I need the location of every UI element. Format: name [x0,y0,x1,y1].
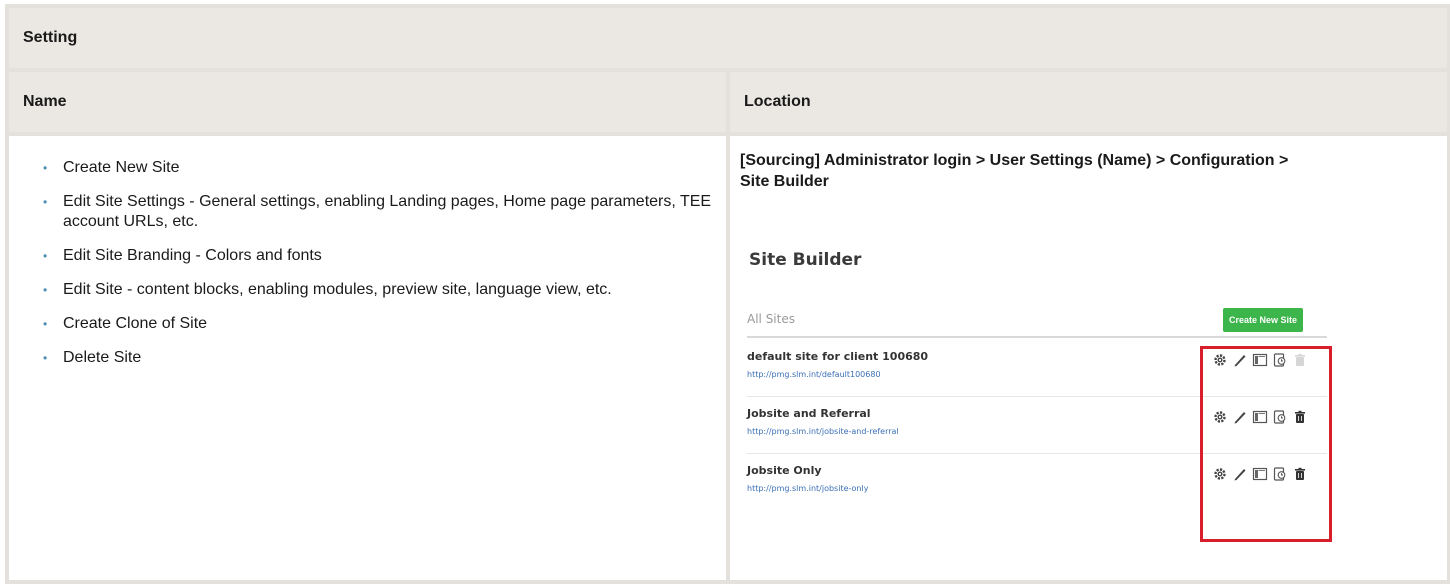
list-item: Delete Site [43,348,713,368]
name-column-header: Name [5,68,730,136]
location-path: [Sourcing] Administrator login > User Se… [740,152,1289,190]
divider [747,336,1327,338]
site-url-link[interactable]: http://pmg.slm.int/default100680 [747,370,881,379]
site-builder-title: Site Builder [749,250,862,270]
name-cell: Create New Site Edit Site Settings - Gen… [5,132,730,584]
site-url-link[interactable]: http://pmg.slm.int/jobsite-and-referral [747,427,899,436]
site-url-link[interactable]: http://pmg.slm.int/jobsite-only [747,484,868,493]
list-item: Create Clone of Site [43,314,713,334]
site-builder-screenshot: Site Builder All Sites Create New Site d… [747,244,1347,564]
site-name: Jobsite and Referral [747,407,871,420]
all-sites-label: All Sites [747,312,795,326]
list-item: Create New Site [43,158,713,178]
site-name: Jobsite Only [747,464,822,477]
location-column-header: Location [726,68,1450,136]
setting-header: Setting [5,4,1450,72]
settings-table: Setting Name Location Create New Site Ed… [5,4,1450,584]
settings-list: Create New Site Edit Site Settings - Gen… [9,136,726,368]
create-new-site-button[interactable]: Create New Site [1223,308,1303,332]
list-item: Edit Site - content blocks, enabling mod… [43,280,713,300]
location-cell: [Sourcing] Administrator login > User Se… [726,132,1450,584]
list-item: Edit Site Branding - Colors and fonts [43,246,713,266]
actions-highlight-box [1200,346,1332,542]
site-name: default site for client 100680 [747,350,929,363]
list-item: Edit Site Settings - General settings, e… [43,192,713,232]
